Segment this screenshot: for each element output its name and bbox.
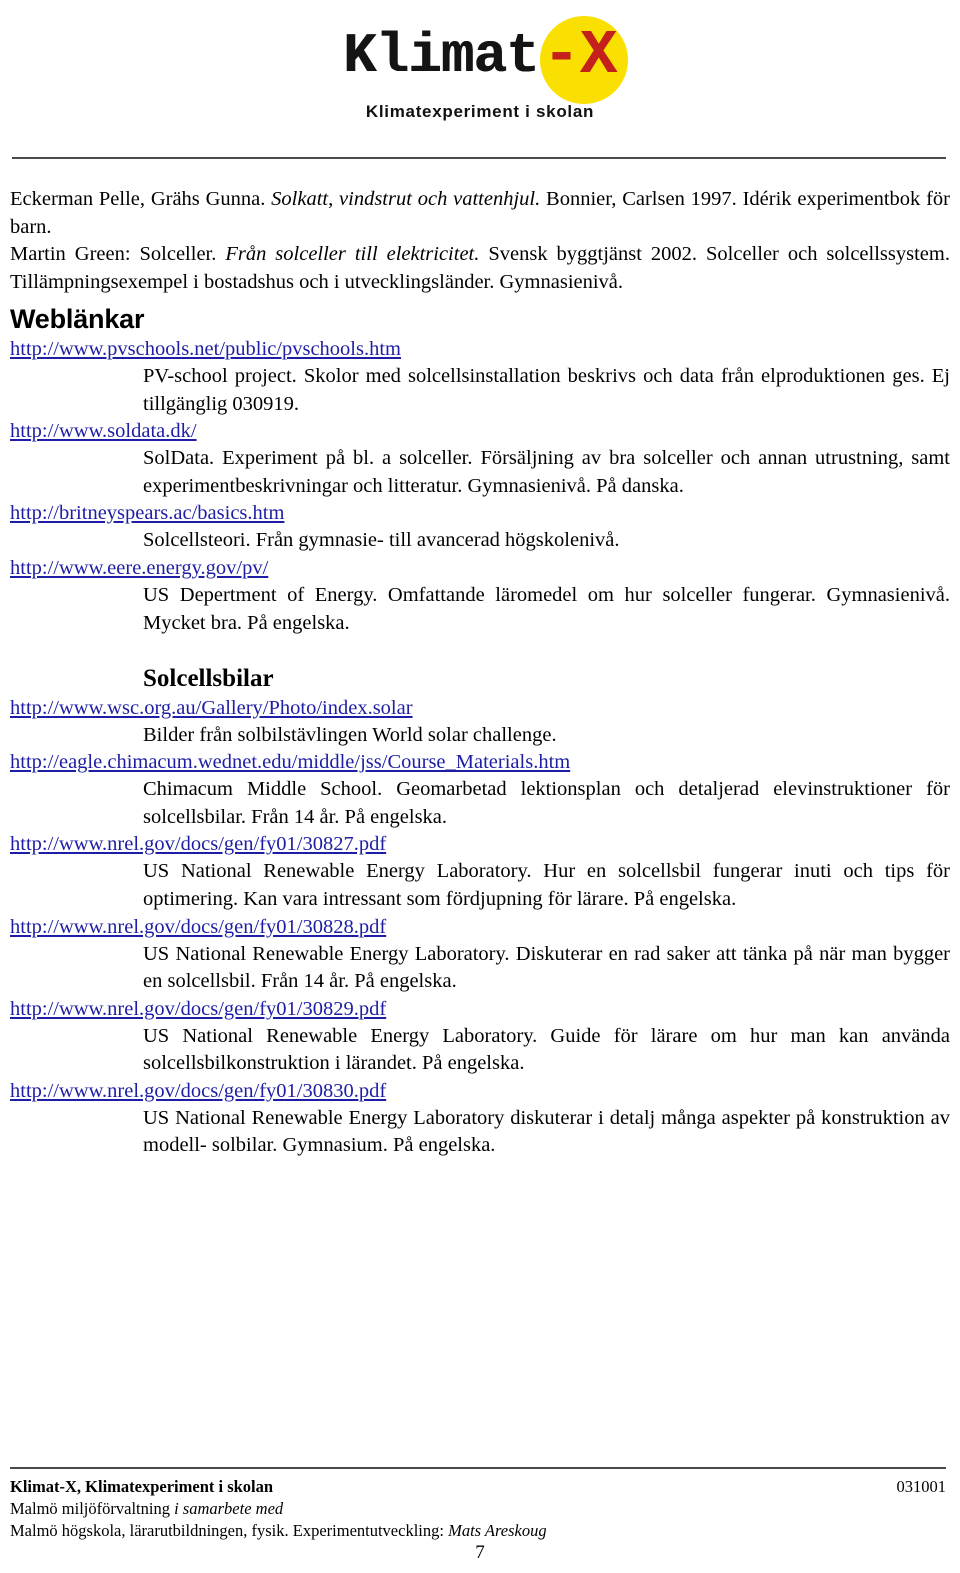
link-entry: http://eagle.chimacum.wednet.edu/middle/… [10, 749, 950, 831]
weblink-description: US Depertment of Energy. Omfattande läro… [143, 583, 950, 634]
weblink-url[interactable]: http://www.nrel.gov/docs/gen/fy01/30827.… [10, 831, 950, 858]
weblink-description: Bilder från solbilstävlingen World solar… [143, 723, 557, 746]
weblink-description: US National Renewable Energy Laboratory.… [143, 1024, 950, 1075]
weblink-url[interactable]: http://eagle.chimacum.wednet.edu/middle/… [10, 749, 950, 776]
link-entry: http://www.nrel.gov/docs/gen/fy01/30827.… [10, 831, 950, 913]
footer-org: Malmö miljöförvaltning [10, 1498, 175, 1518]
site-logo: Klimat -X Klimatexperiment i skolan [0, 14, 960, 134]
footer-institution: Malmö högskola, lärarutbildningen, fysik… [10, 1520, 449, 1540]
reference-author: Eckerman Pelle, Grähs Gunna. [10, 188, 272, 210]
weblink-url[interactable]: http://www.eere.energy.gov/pv/ [10, 555, 950, 582]
weblink-description: US National Renewable Energy Laboratory.… [143, 942, 950, 993]
weblink-url[interactable]: http://www.pvschools.net/public/pvschool… [10, 336, 950, 363]
link-entry: http://www.soldata.dk/ SolData. Experime… [10, 418, 950, 500]
page-number: 7 [475, 1542, 485, 1563]
document-body: Eckerman Pelle, Grähs Gunna. Solkatt, vi… [10, 186, 950, 1160]
logo-x-text: -X [543, 25, 617, 87]
link-entry: http://www.eere.energy.gov/pv/ US Depert… [10, 555, 950, 637]
weblink-description: US National Renewable Energy Laboratory … [143, 1106, 950, 1157]
link-entry: http://www.pvschools.net/public/pvschool… [10, 336, 950, 418]
section-heading-weblankar: Weblänkar [10, 304, 145, 335]
weblink-url[interactable]: http://britneyspears.ac/basics.htm [10, 500, 950, 527]
link-entry: http://www.wsc.org.au/Gallery/Photo/inde… [10, 695, 950, 750]
weblink-description: Solcellsteori. Från gymnasie- till avanc… [143, 529, 620, 552]
link-entry: http://britneyspears.ac/basics.htm Solce… [10, 500, 950, 555]
weblink-url[interactable]: http://www.wsc.org.au/Gallery/Photo/inde… [10, 695, 950, 722]
footer-collab: i samarbete med [174, 1498, 284, 1518]
weblink-url[interactable]: http://www.soldata.dk/ [10, 418, 950, 445]
footer-author: Mats Areskoug [448, 1520, 547, 1540]
footer-divider [10, 1467, 946, 1469]
weblink-description: US National Renewable Energy Laboratory.… [143, 860, 950, 910]
logo-dash: - [542, 20, 580, 91]
reference-author: Martin Green: Solceller. [10, 243, 226, 266]
reference-entry: Martin Green: Solceller. Från solceller … [10, 241, 950, 296]
logo-tagline: Klimatexperiment i skolan [365, 102, 595, 121]
link-entry: http://www.nrel.gov/docs/gen/fy01/30830.… [10, 1078, 950, 1160]
section-heading-solcellsbilar: Solcellsbilar [143, 665, 274, 693]
link-entry: http://www.nrel.gov/docs/gen/fy01/30829.… [10, 996, 950, 1078]
page-footer: Klimat-X, Klimatexperiment i skolan 0310… [10, 1476, 946, 1542]
footer-date-code: 031001 [896, 1477, 947, 1496]
logo-klimat-text: Klimat [342, 24, 540, 88]
logo-wordmark: Klimat -X [330, 14, 630, 104]
weblink-url[interactable]: http://www.nrel.gov/docs/gen/fy01/30829.… [10, 996, 950, 1023]
weblink-description: SolData. Experiment på bl. a solceller. … [143, 447, 950, 497]
logo-x-letter: X [579, 20, 618, 91]
footer-line-2: Malmö miljöförvaltning i samarbete med [10, 1498, 946, 1520]
weblink-description: Chimacum Middle School. Geomarbetad lekt… [143, 778, 950, 828]
weblink-url[interactable]: http://www.nrel.gov/docs/gen/fy01/30830.… [10, 1078, 950, 1105]
link-entry: http://www.nrel.gov/docs/gen/fy01/30828.… [10, 914, 950, 996]
reference-title: Från solceller till elektricitet. [225, 243, 480, 266]
weblink-url[interactable]: http://www.nrel.gov/docs/gen/fy01/30828.… [10, 914, 950, 941]
reference-entry: Eckerman Pelle, Grähs Gunna. Solkatt, vi… [10, 186, 950, 241]
footer-title-row: Klimat-X, Klimatexperiment i skolan 0310… [10, 1476, 946, 1498]
footer-title: Klimat-X, Klimatexperiment i skolan [10, 1477, 274, 1496]
weblink-description: PV-school project. Skolor med solcellsin… [143, 364, 950, 415]
header-divider [12, 157, 946, 159]
footer-line-3: Malmö högskola, lärarutbildningen, fysik… [10, 1520, 946, 1542]
reference-title: Solkatt, vindstrut och vattenhjul. [271, 188, 541, 210]
